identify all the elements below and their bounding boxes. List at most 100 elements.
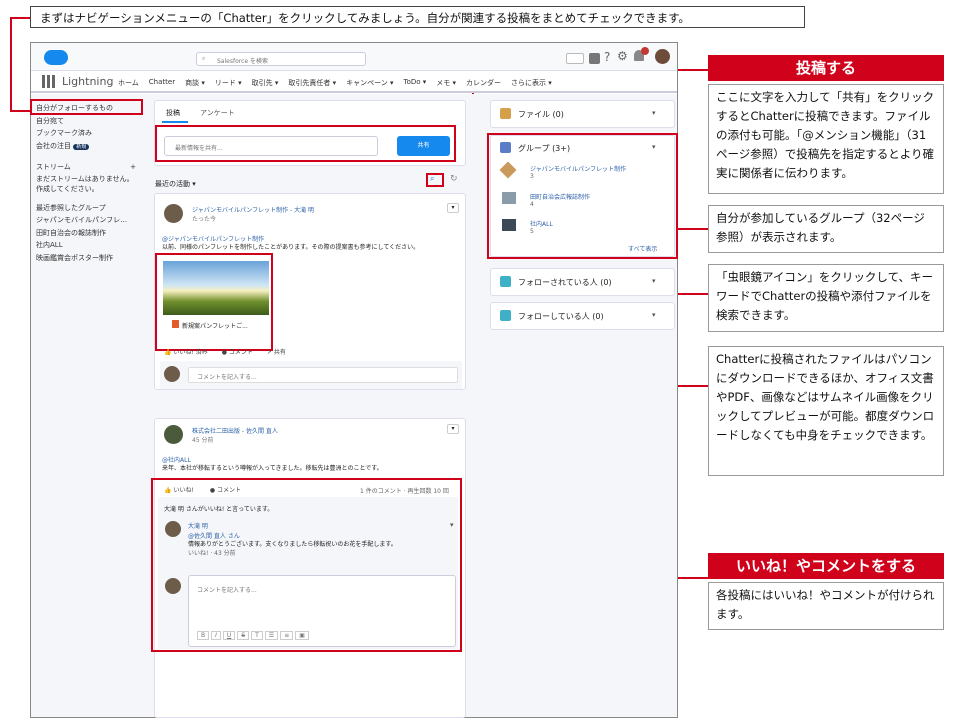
setup-gear-icon[interactable]: ⚙ — [617, 49, 628, 63]
groups-chevron-down-icon[interactable]: ▾ — [652, 143, 656, 151]
post-author[interactable]: 株式会社二田出版 - 佐久間 直人 — [192, 426, 278, 435]
new-badge: 新規 — [73, 143, 90, 150]
nav-tab-calendar[interactable]: カレンダー — [466, 78, 501, 88]
avatar — [164, 366, 180, 382]
comment-editor[interactable]: コメントを記入する... B I U S T ☰ ≡ ▣ — [188, 575, 456, 647]
avatar — [164, 425, 183, 444]
file-name[interactable]: 新規案パンフレットご... — [182, 321, 248, 330]
files-title[interactable]: ファイル (0) — [518, 109, 564, 120]
callout-post-title: 投稿する — [708, 55, 944, 81]
tab-post-underline — [162, 121, 188, 123]
search-input[interactable]: ⌕ Salesforce を検索 — [196, 52, 366, 66]
connector-line — [678, 228, 708, 230]
comment-menu-chevron-down-icon[interactable]: ▾ — [450, 521, 454, 529]
groups-title[interactable]: グループ (3+) — [518, 143, 570, 154]
following-chevron-down-icon[interactable]: ▾ — [652, 311, 656, 319]
notification-badge — [641, 47, 649, 55]
bullet-list-icon[interactable]: ☰ — [264, 631, 279, 640]
nav-tab-notes[interactable]: メモ ▾ — [436, 78, 456, 88]
following-title[interactable]: フォローしている人 (0) — [518, 311, 604, 322]
search-placeholder: Salesforce を検索 — [217, 58, 268, 65]
comment-author[interactable]: 大滝 明 — [188, 521, 208, 530]
nav-tab-more[interactable]: さらに表示 ▾ — [511, 78, 552, 88]
group-member-count: 3 — [530, 173, 534, 180]
avatar — [165, 521, 181, 537]
group-icon — [500, 142, 511, 153]
nav-tab-contacts[interactable]: 取引先責任者 ▾ — [288, 78, 336, 88]
group-link[interactable]: 社内ALL — [530, 219, 553, 228]
followers-chevron-down-icon[interactable]: ▾ — [652, 277, 656, 285]
nav-tabs: ホーム Chatter 商談 ▾ リード ▾ 取引先 ▾ 取引先責任者 ▾ キャ… — [118, 78, 552, 88]
comment-input[interactable]: コメントを記入する... — [188, 367, 458, 383]
connector-line — [10, 17, 12, 111]
group-avatar-icon — [502, 192, 516, 204]
clear-format-icon[interactable]: T — [251, 631, 263, 640]
comment-icon: ● — [221, 349, 227, 356]
post-body: 来年、本社が移転するという噂報が入ってきました。移転先は豊洲とのことです。 — [162, 465, 383, 472]
share-button[interactable]: 共有 — [397, 136, 450, 156]
connector-line — [678, 69, 708, 71]
sidebar: 自分がフォローするもの 自分宛て ブックマーク済み 会社の注目 新規 ストリーム… — [36, 102, 146, 264]
nav-tab-chatter[interactable]: Chatter — [149, 78, 175, 88]
avatar[interactable] — [655, 49, 670, 64]
share-icon: ↗ — [266, 349, 272, 356]
help-icon[interactable]: ? — [604, 50, 610, 64]
feed-sort-dropdown[interactable]: 最近の活動 ▾ — [155, 179, 196, 189]
post-menu-chevron-down-icon[interactable]: ▾ — [447, 203, 459, 213]
app-launcher-icon[interactable] — [42, 75, 55, 88]
post-stats: 1 件のコメント · 再生回数 10 回 — [360, 488, 449, 495]
bold-icon[interactable]: B — [197, 631, 210, 640]
add-icon[interactable] — [589, 53, 600, 64]
numbered-list-icon[interactable]: ≡ — [280, 631, 294, 640]
like-button[interactable]: 👍 いいね! 済み — [164, 347, 208, 356]
comment-icon: ● — [209, 487, 216, 494]
followers-title[interactable]: フォローされている人 (0) — [518, 277, 612, 288]
italic-icon[interactable]: I — [211, 631, 221, 640]
file-icon — [500, 108, 511, 119]
sidebar-group-link[interactable]: 映画鑑賞会ポスター制作 — [36, 252, 146, 265]
sidebar-item-to-me[interactable]: 自分宛て — [36, 115, 146, 128]
file-thumbnail[interactable] — [163, 261, 269, 315]
like-button[interactable]: 👍 いいね! — [164, 485, 194, 494]
share-update-input[interactable]: 最新情報を共有... — [164, 136, 378, 156]
sidebar-group-link[interactable]: ジャパンモバイルパンフレ… — [36, 214, 146, 227]
callout-groups-text: 自分が参加しているグループ（32ページ参照）が表示されます。 — [708, 205, 944, 253]
strikethrough-icon[interactable]: S — [237, 631, 250, 640]
favorites-icon[interactable] — [566, 53, 584, 64]
salesforce-logo-icon — [44, 50, 68, 65]
nav-tab-campaigns[interactable]: キャンペーン ▾ — [346, 78, 393, 88]
image-icon[interactable]: ▣ — [295, 631, 309, 640]
files-chevron-down-icon[interactable]: ▾ — [652, 109, 656, 117]
underline-icon[interactable]: U — [222, 631, 236, 640]
tab-poll[interactable]: アンケート — [200, 108, 235, 118]
avatar — [164, 204, 183, 223]
comment-button[interactable]: ● コメント — [222, 347, 253, 356]
post-menu-chevron-down-icon[interactable]: ▾ — [447, 424, 459, 434]
sidebar-group-link[interactable]: 田町自治会の報誌制作 — [36, 227, 146, 240]
sidebar-item-company-highlights[interactable]: 会社の注目 新規 — [36, 140, 146, 154]
sidebar-group-link[interactable]: 社内ALL — [36, 239, 146, 252]
share-action-button[interactable]: ↗ 共有 — [267, 347, 286, 356]
feed-search-icon[interactable]: ⌕ — [430, 174, 434, 184]
app-name: Lightning — [62, 75, 114, 88]
refresh-icon[interactable]: ↻ — [450, 174, 458, 184]
view-all-link[interactable]: すべて表示 — [628, 244, 657, 253]
post-actions: 👍 いいね! 済み ● コメント ↗ 共有 — [164, 347, 286, 356]
nav-tab-leads[interactable]: リード ▾ — [215, 78, 242, 88]
sidebar-item-following[interactable]: 自分がフォローするもの — [36, 102, 146, 115]
liked-by-text: 大滝 明 さんがいいね! と言っています。 — [164, 506, 274, 513]
group-link[interactable]: ジャパンモバイルパンフレット制作 — [530, 164, 626, 173]
nav-tab-home[interactable]: ホーム — [118, 78, 139, 88]
post-author[interactable]: ジャパンモバイルパンフレット制作 - 大滝 明 — [192, 205, 314, 214]
top-caption: まずはナビゲーションメニューの「Chatter」をクリックしてみましょう。自分が… — [40, 11, 690, 25]
group-link[interactable]: 田町自治会広報誌制作 — [530, 192, 590, 201]
connector-line — [10, 110, 30, 112]
pdf-file-icon — [172, 320, 179, 328]
nav-tab-todo[interactable]: ToDo ▾ — [403, 78, 426, 88]
tab-post[interactable]: 投稿 — [166, 108, 180, 118]
nav-tab-opportunities[interactable]: 商談 ▾ — [185, 78, 205, 88]
sidebar-item-bookmarked[interactable]: ブックマーク済み — [36, 127, 146, 140]
comment-button[interactable]: ● コメント — [210, 485, 241, 494]
nav-tab-accounts[interactable]: 取引先 ▾ — [252, 78, 279, 88]
add-stream-button[interactable]: + — [130, 161, 136, 174]
